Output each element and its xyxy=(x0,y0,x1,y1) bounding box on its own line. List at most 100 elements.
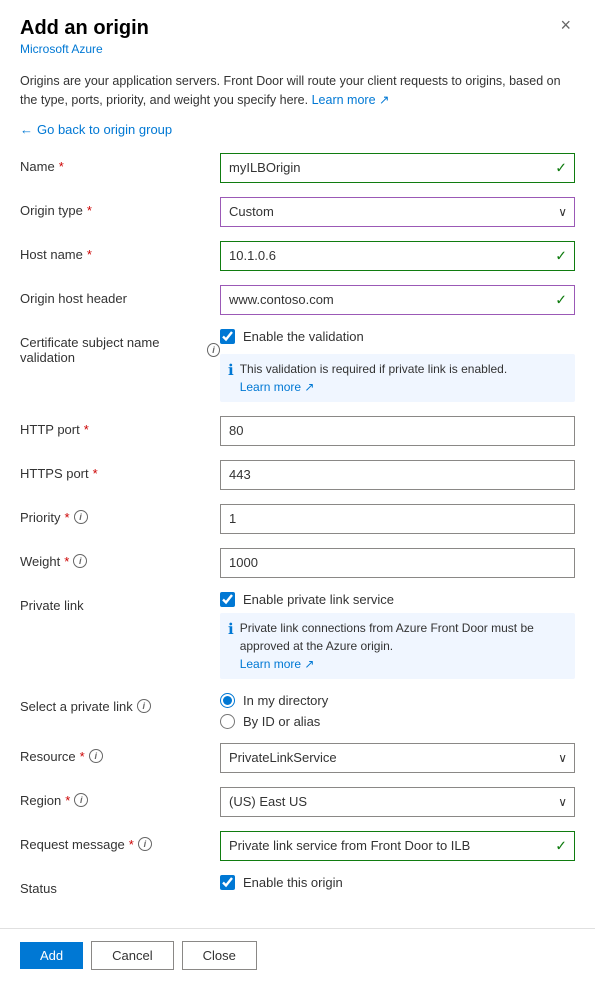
origin-host-header-check-icon: ✓ xyxy=(555,291,567,308)
resource-row: Resource * i PrivateLinkService ∨ xyxy=(20,743,575,773)
resource-control: PrivateLinkService ∨ xyxy=(220,743,575,773)
http-port-required: * xyxy=(84,422,89,437)
weight-info-icon[interactable]: i xyxy=(73,554,87,568)
origin-host-header-row: Origin host header ✓ xyxy=(20,285,575,315)
private-link-control: Enable private link service ℹ Private li… xyxy=(220,592,575,679)
host-name-input[interactable] xyxy=(220,241,575,271)
https-port-control xyxy=(220,460,575,490)
radio-by-id-row: By ID or alias xyxy=(220,714,575,729)
cert-checkbox-row: Enable the validation xyxy=(220,329,575,344)
private-link-label: Private link xyxy=(20,592,220,613)
region-info-icon[interactable]: i xyxy=(74,793,88,807)
name-row: Name * ✓ xyxy=(20,153,575,183)
name-input[interactable] xyxy=(220,153,575,183)
cert-info-box-icon: ℹ xyxy=(228,361,234,379)
cert-info-icon[interactable]: i xyxy=(207,343,220,357)
https-port-row: HTTPS port * xyxy=(20,460,575,490)
radio-by-id[interactable] xyxy=(220,714,235,729)
priority-control xyxy=(220,504,575,534)
priority-input[interactable] xyxy=(220,504,575,534)
status-control: Enable this origin xyxy=(220,875,575,890)
cert-control: Enable the validation ℹ This validation … xyxy=(220,329,575,402)
weight-control xyxy=(220,548,575,578)
private-link-learn-more-link[interactable]: Learn more ↗ xyxy=(240,657,315,671)
weight-label: Weight * i xyxy=(20,548,220,569)
select-private-link-row: Select a private link i In my directory … xyxy=(20,693,575,729)
origin-type-select-wrap: Custom ∨ xyxy=(220,197,575,227)
select-private-link-info-icon[interactable]: i xyxy=(137,699,151,713)
private-link-info-box: ℹ Private link connections from Azure Fr… xyxy=(220,613,575,679)
origin-type-select[interactable]: Custom xyxy=(220,197,575,227)
dialog-subtitle: Microsoft Azure xyxy=(20,42,149,56)
origin-host-header-input[interactable] xyxy=(220,285,575,315)
request-message-label: Request message * i xyxy=(20,831,220,852)
cert-row: Certificate subject name validation i En… xyxy=(20,329,575,402)
host-name-label: Host name * xyxy=(20,241,220,262)
back-link[interactable]: ← Go back to origin group xyxy=(20,122,575,137)
radio-in-directory-row: In my directory xyxy=(220,693,575,708)
private-link-info-text: Private link connections from Azure Fron… xyxy=(240,619,567,673)
region-row: Region * i (US) East US ∨ xyxy=(20,787,575,817)
request-message-row: Request message * i ✓ xyxy=(20,831,575,861)
dialog-close-button[interactable]: × xyxy=(556,16,575,34)
resource-info-icon[interactable]: i xyxy=(89,749,103,763)
request-message-check-icon: ✓ xyxy=(555,837,567,854)
https-port-required: * xyxy=(93,466,98,481)
request-message-required: * xyxy=(129,837,134,852)
private-link-info-icon: ℹ xyxy=(228,620,234,638)
priority-required: * xyxy=(64,510,69,525)
weight-row: Weight * i xyxy=(20,548,575,578)
resource-select[interactable]: PrivateLinkService xyxy=(220,743,575,773)
request-message-input[interactable] xyxy=(220,831,575,861)
status-checkbox[interactable] xyxy=(220,875,235,890)
add-origin-dialog: Add an origin Microsoft Azure × Origins … xyxy=(0,0,595,982)
origin-host-header-input-wrap: ✓ xyxy=(220,285,575,315)
cert-label: Certificate subject name validation i xyxy=(20,329,220,365)
name-check-icon: ✓ xyxy=(555,159,567,176)
status-row: Status Enable this origin xyxy=(20,875,575,896)
select-private-link-label: Select a private link i xyxy=(20,693,220,714)
request-message-info-icon[interactable]: i xyxy=(138,837,152,851)
name-input-wrap: ✓ xyxy=(220,153,575,183)
http-port-label: HTTP port * xyxy=(20,416,220,437)
host-name-control: ✓ xyxy=(220,241,575,271)
private-link-checkbox[interactable] xyxy=(220,592,235,607)
radio-in-directory[interactable] xyxy=(220,693,235,708)
cert-learn-more-link[interactable]: Learn more ↗ xyxy=(240,380,315,394)
region-select-wrap: (US) East US ∨ xyxy=(220,787,575,817)
add-button[interactable]: Add xyxy=(20,942,83,969)
name-required: * xyxy=(59,159,64,174)
origin-host-header-control: ✓ xyxy=(220,285,575,315)
dialog-body: Origins are your application servers. Fr… xyxy=(0,64,595,920)
resource-required: * xyxy=(80,749,85,764)
origin-type-required: * xyxy=(87,203,92,218)
close-button[interactable]: Close xyxy=(182,941,257,970)
private-link-radio-group: In my directory By ID or alias xyxy=(220,693,575,729)
host-name-row: Host name * ✓ xyxy=(20,241,575,271)
description-text: Origins are your application servers. Fr… xyxy=(20,72,575,110)
resource-select-wrap: PrivateLinkService ∨ xyxy=(220,743,575,773)
radio-in-directory-label: In my directory xyxy=(243,693,328,708)
http-port-input[interactable] xyxy=(220,416,575,446)
name-label: Name * xyxy=(20,153,220,174)
origin-type-label: Origin type * xyxy=(20,197,220,218)
dialog-header: Add an origin Microsoft Azure × xyxy=(0,0,595,64)
radio-by-id-label: By ID or alias xyxy=(243,714,320,729)
cancel-button[interactable]: Cancel xyxy=(91,941,173,970)
weight-input[interactable] xyxy=(220,548,575,578)
select-private-link-control: In my directory By ID or alias xyxy=(220,693,575,729)
status-checkbox-row: Enable this origin xyxy=(220,875,575,890)
dialog-footer: Add Cancel Close xyxy=(0,928,595,982)
host-name-required: * xyxy=(87,247,92,262)
origin-host-header-label: Origin host header xyxy=(20,285,220,306)
priority-info-icon[interactable]: i xyxy=(74,510,88,524)
cert-checkbox-label: Enable the validation xyxy=(243,329,364,344)
region-select[interactable]: (US) East US xyxy=(220,787,575,817)
cert-info-box: ℹ This validation is required if private… xyxy=(220,354,575,402)
description-learn-more-link[interactable]: Learn more ↗ xyxy=(312,93,390,107)
request-message-control: ✓ xyxy=(220,831,575,861)
region-control: (US) East US ∨ xyxy=(220,787,575,817)
host-name-input-wrap: ✓ xyxy=(220,241,575,271)
https-port-input[interactable] xyxy=(220,460,575,490)
cert-checkbox[interactable] xyxy=(220,329,235,344)
